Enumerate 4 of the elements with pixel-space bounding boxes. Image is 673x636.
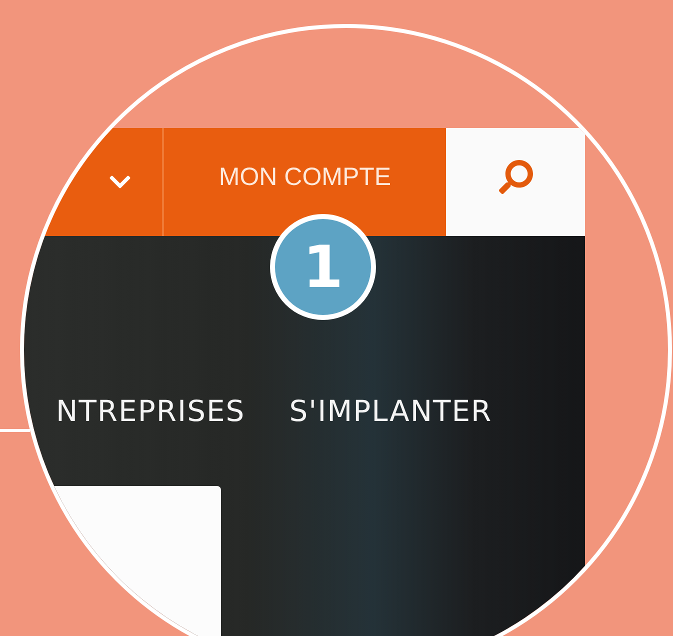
nav-link[interactable]: NTREPRISES [56, 394, 246, 428]
nav-link[interactable]: S'IMPLANTER [289, 394, 492, 428]
search-icon [498, 160, 532, 194]
search-button[interactable] [446, 128, 585, 236]
